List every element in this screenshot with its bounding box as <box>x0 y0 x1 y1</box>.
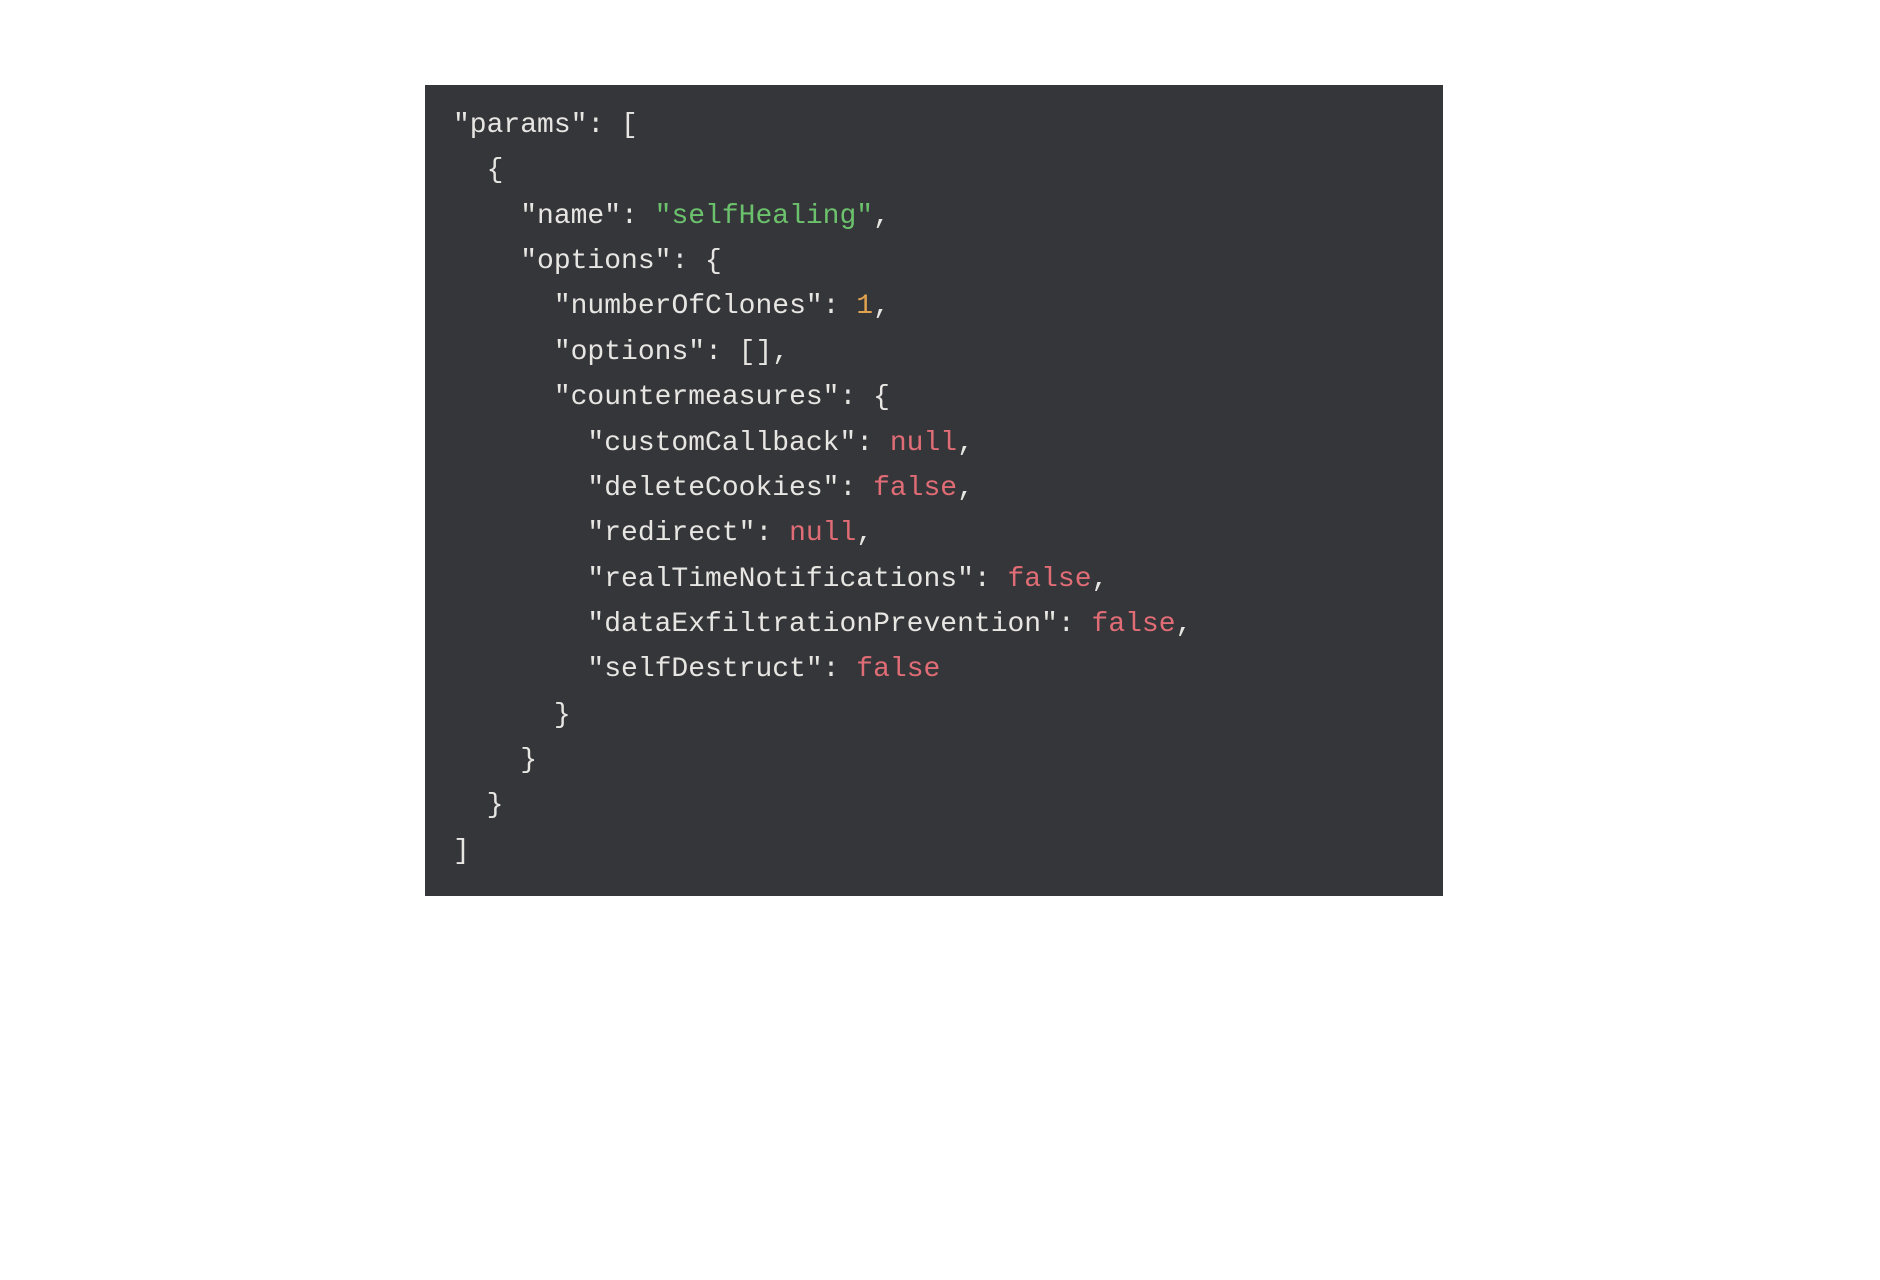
code-line: "params": [ <box>453 103 1415 148</box>
punct <box>453 473 587 504</box>
json-key: "customCallback" <box>587 428 856 459</box>
punct: : <box>705 337 739 368</box>
punct <box>453 564 587 595</box>
json-value: [] <box>739 337 773 368</box>
json-bool: false <box>1092 609 1176 640</box>
punct: : <box>823 654 857 685</box>
punct <box>453 382 554 413</box>
punct: } <box>453 700 571 731</box>
code-line: "name": "selfHealing", <box>453 194 1415 239</box>
code-line: "countermeasures": { <box>453 375 1415 420</box>
json-key: "options" <box>554 337 705 368</box>
punct: } <box>453 745 537 776</box>
page: "params": [ { "name": "selfHealing", "op… <box>0 0 1880 1280</box>
punct: : <box>974 564 1008 595</box>
punct: : <box>755 518 789 549</box>
code-line: "realTimeNotifications": false, <box>453 557 1415 602</box>
code-line: "numberOfClones": 1, <box>453 284 1415 329</box>
punct <box>453 609 587 640</box>
punct <box>453 246 520 277</box>
json-number: 1 <box>856 291 873 322</box>
json-key: "redirect" <box>587 518 755 549</box>
code-line: } <box>453 693 1415 738</box>
json-null: null <box>789 518 856 549</box>
punct: : { <box>839 382 889 413</box>
code-line: } <box>453 783 1415 828</box>
json-key: "selfDestruct" <box>587 654 822 685</box>
punct: , <box>856 518 873 549</box>
punct: , <box>957 473 974 504</box>
code-line: { <box>453 148 1415 193</box>
punct <box>453 518 587 549</box>
punct: ] <box>453 836 470 867</box>
punct <box>453 291 554 322</box>
json-key: "realTimeNotifications" <box>587 564 973 595</box>
punct <box>453 201 520 232</box>
code-line: "customCallback": null, <box>453 421 1415 466</box>
json-key: "dataExfiltrationPrevention" <box>587 609 1057 640</box>
json-null: null <box>890 428 957 459</box>
json-key: "deleteCookies" <box>587 473 839 504</box>
json-key: "countermeasures" <box>554 382 840 413</box>
punct: , <box>873 291 890 322</box>
code-block: "params": [ { "name": "selfHealing", "op… <box>425 85 1443 896</box>
json-bool: false <box>856 654 940 685</box>
punct: } <box>453 790 503 821</box>
punct: , <box>1176 609 1193 640</box>
punct: : [ <box>587 110 637 141</box>
punct: : <box>856 428 890 459</box>
punct: : <box>823 291 857 322</box>
punct: : <box>621 201 655 232</box>
punct <box>453 654 587 685</box>
code-line: "options": [], <box>453 330 1415 375</box>
code-line: "deleteCookies": false, <box>453 466 1415 511</box>
json-key: "options" <box>520 246 671 277</box>
punct: , <box>1092 564 1109 595</box>
json-key: "params" <box>453 110 587 141</box>
punct: { <box>453 155 503 186</box>
punct <box>453 337 554 368</box>
json-string: "selfHealing" <box>655 201 873 232</box>
punct: , <box>772 337 789 368</box>
json-key: "name" <box>520 201 621 232</box>
code-line: } <box>453 738 1415 783</box>
punct: : { <box>671 246 721 277</box>
json-bool: false <box>1008 564 1092 595</box>
code-line: "redirect": null, <box>453 511 1415 556</box>
code-line: "dataExfiltrationPrevention": false, <box>453 602 1415 647</box>
punct: , <box>957 428 974 459</box>
punct: : <box>1058 609 1092 640</box>
punct: : <box>839 473 873 504</box>
punct: , <box>873 201 890 232</box>
punct <box>453 428 587 459</box>
code-line: "selfDestruct": false <box>453 647 1415 692</box>
code-line: ] <box>453 829 1415 874</box>
code-line: "options": { <box>453 239 1415 284</box>
json-bool: false <box>873 473 957 504</box>
json-key: "numberOfClones" <box>554 291 823 322</box>
